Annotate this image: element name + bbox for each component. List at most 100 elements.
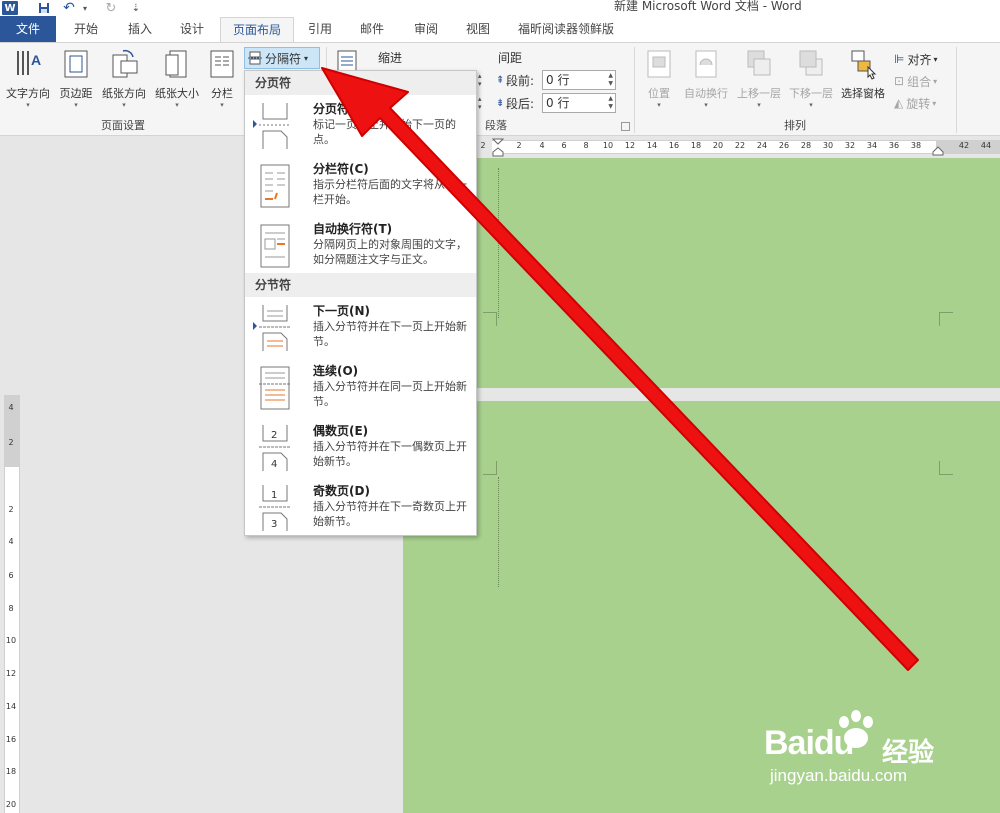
size-button[interactable]: 纸张大小 ▾ — [152, 47, 202, 113]
menu-item-description: 插入分节符并在下一偶数页上开始新节。 — [313, 440, 467, 468]
ruler-number: 32 — [844, 141, 856, 150]
bring-forward-icon — [744, 47, 774, 81]
spacing-before-input[interactable]: 0 行 ▲ ▼ — [542, 70, 616, 90]
spacing-before-spinner[interactable]: ▴ ▾ ⇞ 段前: 0 行 ▲ ▼ — [478, 69, 616, 91]
tab-view[interactable]: 视图 — [456, 16, 500, 42]
spacing-before-label: 段前: — [506, 73, 535, 88]
spin-arrows-icon: ▴ ▾ — [478, 95, 482, 111]
chevron-down-icon: ▾ — [122, 101, 126, 109]
chevron-down-icon: ▾ — [74, 101, 78, 109]
wrap-text-label: 自动换行 — [684, 87, 728, 100]
tab-foxit-reader[interactable]: 福昕阅读器领鲜版 — [510, 16, 622, 42]
bring-forward-button[interactable]: 上移一层 ▾ — [734, 47, 784, 113]
ruler-number: 16 — [5, 735, 17, 744]
menu-item-title: 下一页(N) — [313, 304, 371, 318]
undo-dropdown-icon[interactable]: ▾ — [80, 0, 90, 16]
send-backward-icon — [796, 47, 826, 81]
text-direction-button[interactable]: A 文字方向 ▾ — [2, 47, 54, 113]
menu-item-column-break[interactable]: 分栏符(C) 指示分栏符后面的文字将从下一栏开始。 — [245, 157, 476, 215]
spin-arrows-icon[interactable]: ▲ ▼ — [608, 72, 613, 88]
right-indent-marker-icon[interactable] — [932, 145, 944, 157]
ruler-number: 12 — [624, 141, 636, 150]
margins-label: 页边距 — [59, 87, 93, 100]
ruler-number: 14 — [5, 702, 17, 711]
page-break-icon — [259, 103, 291, 149]
margin-corner-mark — [483, 312, 497, 326]
customize-quick-access-icon[interactable]: ⇣ — [130, 0, 142, 16]
menu-item-continuous[interactable]: 连续(O) 插入分节符并在同一页上开始新节。 — [245, 359, 476, 417]
redo-icon[interactable]: ↻ — [104, 0, 118, 16]
menu-item-next-page[interactable]: 下一页(N) 插入分节符并在下一页上开始新节。 — [245, 299, 476, 357]
spacing-after-input[interactable]: 0 行 ▲ ▼ — [542, 93, 616, 113]
ruler-number: 8 — [8, 604, 14, 613]
position-button[interactable]: 位置 ▾ — [640, 47, 678, 113]
text-direction-icon: A — [13, 47, 43, 81]
page-setup-group-label: 页面设置 — [101, 119, 145, 132]
word-app-icon[interactable]: W — [2, 1, 18, 15]
columns-button[interactable]: 分栏 ▾ — [206, 47, 238, 113]
menu-item-page-break[interactable]: 分页符(P) 标记一页终止并开始下一页的点。 — [245, 97, 476, 155]
menu-item-description: 插入分节符并在下一奇数页上开始新节。 — [313, 500, 467, 528]
chevron-down-icon: ▾ — [932, 98, 937, 108]
save-icon[interactable] — [36, 0, 52, 16]
ruler-number: 10 — [602, 141, 614, 150]
svg-text:2: 2 — [271, 430, 277, 441]
group-button[interactable]: ⊡ 组合 ▾ — [894, 71, 937, 91]
ruler-number: 20 — [712, 141, 724, 150]
ruler-number: 34 — [866, 141, 878, 150]
ribbon-tabs: 文件 开始 插入 设计 页面布局 引用 邮件 审阅 视图 福昕阅读器领鲜版 — [0, 16, 1000, 43]
margins-button[interactable]: 页边距 ▾ — [56, 47, 96, 113]
text-wrapping-break-icon — [260, 224, 290, 268]
rotate-button[interactable]: ◭ 旋转 ▾ — [894, 93, 936, 113]
breaks-button[interactable]: 分隔符 ▾ — [244, 47, 320, 69]
chevron-down-icon: ▾ — [933, 54, 938, 64]
wrap-text-button[interactable]: 自动换行 ▾ — [680, 47, 732, 113]
menu-item-even-page[interactable]: 24 偶数页(E) 插入分节符并在下一偶数页上开始新节。 — [245, 419, 476, 477]
ruler-number: 2 — [8, 438, 14, 447]
ruler-number: 2 — [8, 505, 14, 514]
ruler-number: 6 — [8, 571, 14, 580]
tab-insert[interactable]: 插入 — [116, 16, 164, 42]
ruler-number: 44 — [980, 141, 992, 150]
menu-item-description: 插入分节符并在同一页上开始新节。 — [313, 380, 467, 408]
tab-home[interactable]: 开始 — [62, 16, 110, 42]
page-breaks-header: 分页符 — [245, 71, 476, 95]
chevron-down-icon: ▾ — [220, 101, 224, 109]
baidu-jingyan-watermark: Baidu 经验 jingyan.baidu.com — [764, 710, 984, 790]
indent-marker-icon[interactable] — [492, 138, 504, 158]
ruler-number: 16 — [668, 141, 680, 150]
menu-item-odd-page[interactable]: 13 奇数页(D) 插入分节符并在下一奇数页上开始新节。 — [245, 479, 476, 537]
spin-arrows-icon[interactable]: ▲ ▼ — [608, 95, 613, 111]
size-label: 纸张大小 — [155, 87, 199, 100]
orientation-button[interactable]: 纸张方向 ▾ — [98, 47, 150, 113]
align-button[interactable]: ⊫ 对齐 ▾ — [894, 49, 937, 69]
paragraph-dialog-launcher-icon[interactable] — [621, 122, 630, 131]
chevron-down-icon: ▾ — [175, 101, 179, 109]
watermark-logo: Baidu — [764, 724, 854, 762]
spacing-before-value: 0 行 — [546, 73, 570, 87]
document-page[interactable] — [403, 158, 1000, 388]
margin-corner-mark — [939, 312, 953, 326]
tab-file[interactable]: 文件 — [0, 16, 56, 42]
menu-item-title: 分页符(P) — [313, 102, 369, 116]
send-backward-label: 下移一层 — [789, 87, 833, 100]
even-page-section-icon: 24 — [259, 425, 291, 471]
indent-label: 缩进 — [378, 51, 403, 65]
tab-references[interactable]: 引用 — [298, 16, 342, 42]
tab-review[interactable]: 审阅 — [404, 16, 448, 42]
undo-icon[interactable]: ↶ — [62, 0, 76, 16]
ruler-number: 8 — [583, 141, 589, 150]
ruler-number: 36 — [888, 141, 900, 150]
send-backward-button[interactable]: 下移一层 ▾ — [786, 47, 836, 113]
spacing-after-spinner[interactable]: ▴ ▾ ⇟ 段后: 0 行 ▲ ▼ — [478, 92, 616, 114]
tab-page-layout[interactable]: 页面布局 — [220, 17, 294, 43]
selection-pane-label: 选择窗格 — [841, 87, 885, 100]
position-label: 位置 — [648, 87, 670, 100]
menu-item-text-wrapping-break[interactable]: 自动换行符(T) 分隔网页上的对象周围的文字，如分隔题注文字与正文。 — [245, 217, 476, 275]
tab-mailings[interactable]: 邮件 — [350, 16, 394, 42]
rotate-label: 旋转 — [906, 96, 931, 111]
ruler-number: 42 — [958, 141, 970, 150]
tab-design[interactable]: 设计 — [168, 16, 216, 42]
menu-item-title: 分栏符(C) — [313, 162, 369, 176]
selection-pane-button[interactable]: 选择窗格 — [838, 47, 888, 113]
